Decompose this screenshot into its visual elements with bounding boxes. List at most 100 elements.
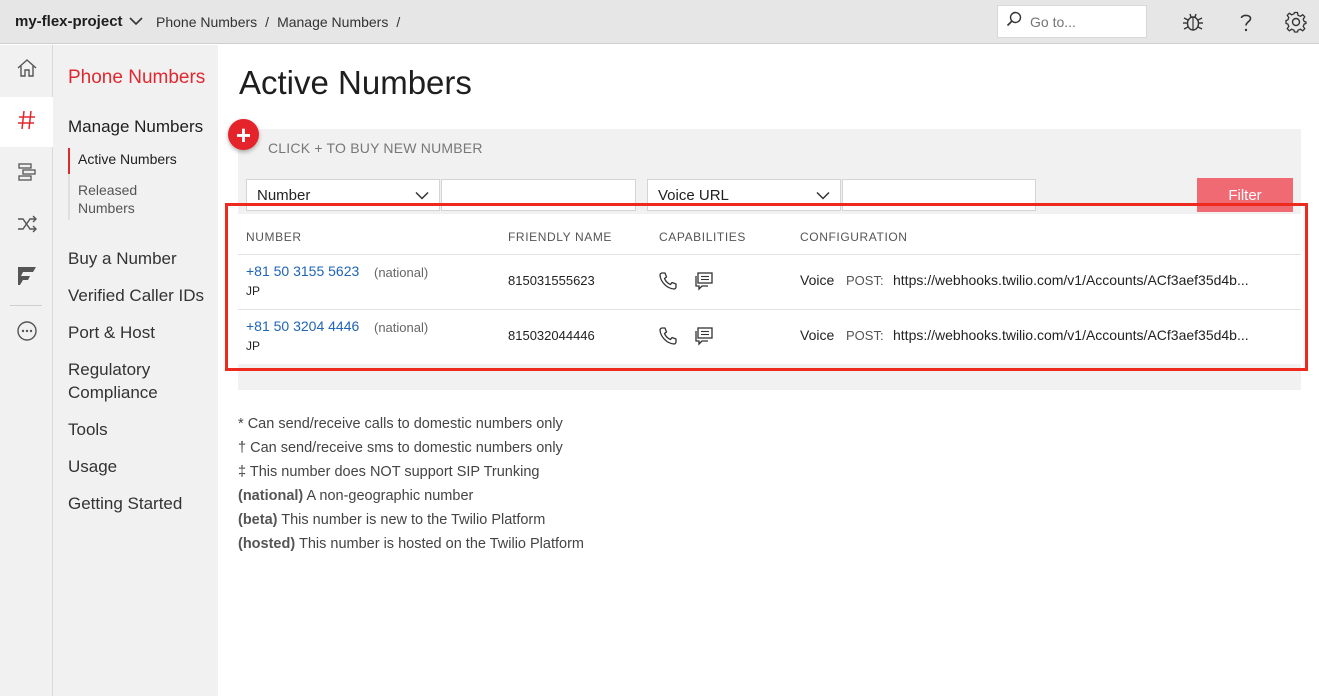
rail-studio[interactable] bbox=[0, 149, 53, 199]
nav-getting-started[interactable]: Getting Started bbox=[68, 492, 208, 515]
country-code: JP bbox=[246, 339, 261, 353]
breadcrumb-separator: / bbox=[265, 14, 270, 30]
config-method: POST: bbox=[846, 273, 884, 288]
filter-field-select-2[interactable]: Voice URL bbox=[647, 179, 841, 211]
country-code: JP bbox=[246, 284, 261, 298]
note-text: This number does NOT support SIP Trunkin… bbox=[249, 464, 540, 480]
sms-icon bbox=[693, 325, 715, 347]
breadcrumb: Phone Numbers / Manage Numbers / bbox=[156, 14, 400, 30]
rail-phone-numbers[interactable] bbox=[0, 97, 53, 147]
header-capabilities: CAPABILITIES bbox=[659, 230, 747, 244]
goto-input[interactable] bbox=[1030, 13, 1140, 30]
filter-field-1-value: Number bbox=[257, 186, 311, 204]
filter-field-2-value: Voice URL bbox=[658, 186, 729, 204]
icon-rail bbox=[0, 45, 53, 696]
config-kind: Voice bbox=[800, 327, 835, 343]
filter-field-select-1[interactable]: Number bbox=[246, 179, 440, 211]
phone-icon bbox=[657, 270, 679, 292]
friendly-name: 815032044446 bbox=[508, 328, 595, 343]
nav-usage[interactable]: Usage bbox=[68, 455, 208, 478]
search-icon bbox=[1006, 11, 1022, 32]
flex-icon bbox=[16, 264, 38, 291]
table-row: +81 50 3155 5623 (national) JP 815031555… bbox=[238, 254, 1301, 309]
numbers-table: NUMBER FRIENDLY NAME CAPABILITIES CONFIG… bbox=[238, 214, 1301, 364]
chevron-down-icon bbox=[415, 187, 429, 204]
chevron-down-icon bbox=[128, 13, 143, 30]
config-method: POST: bbox=[846, 328, 884, 343]
filter-value-input-1[interactable] bbox=[441, 179, 636, 211]
note-text: A non-geographic number bbox=[306, 488, 474, 504]
nav-section-indicator bbox=[68, 148, 70, 220]
filter-button[interactable]: Filter bbox=[1197, 178, 1293, 212]
note-item: * Can send/receive calls to domestic num… bbox=[238, 412, 584, 436]
top-bar: my-flex-project Phone Numbers / Manage N… bbox=[0, 0, 1319, 44]
friendly-name: 815031555623 bbox=[508, 273, 595, 288]
project-switcher[interactable]: my-flex-project bbox=[15, 13, 143, 30]
header-number: NUMBER bbox=[246, 230, 302, 244]
note-mark: (hosted) bbox=[238, 536, 296, 552]
note-text: This number is new to the Twilio Platfor… bbox=[281, 512, 546, 528]
number-type: (national) bbox=[374, 265, 429, 280]
nav-manage-numbers[interactable]: Manage Numbers bbox=[68, 117, 203, 137]
nav-buy-a-number[interactable]: Buy a Number bbox=[68, 247, 208, 270]
home-icon bbox=[16, 57, 38, 84]
secondary-nav: Phone Numbers Manage Numbers Active Numb… bbox=[53, 45, 218, 696]
header-configuration: CONFIGURATION bbox=[800, 230, 908, 244]
filter-value-input-2[interactable] bbox=[842, 179, 1036, 211]
goto-search[interactable] bbox=[997, 5, 1147, 38]
phone-number-link[interactable]: +81 50 3204 4446 bbox=[246, 318, 359, 334]
note-mark: ‡ bbox=[238, 464, 247, 480]
chevron-down-icon bbox=[816, 187, 830, 204]
buy-number-button[interactable]: + bbox=[228, 119, 259, 150]
rail-home[interactable] bbox=[0, 45, 53, 95]
nav-active-numbers[interactable]: Active Numbers bbox=[78, 151, 177, 167]
number-type: (national) bbox=[374, 320, 429, 335]
more-icon bbox=[16, 320, 38, 347]
hash-icon bbox=[16, 109, 38, 136]
help-icon[interactable] bbox=[1235, 11, 1257, 33]
breadcrumb-separator: / bbox=[396, 14, 401, 30]
table-row: +81 50 3204 4446 (national) JP 815032044… bbox=[238, 309, 1301, 364]
note-item: (national) A non-geographic number bbox=[238, 484, 584, 508]
page-title: Active Numbers bbox=[239, 64, 472, 101]
note-item: (beta) This number is new to the Twilio … bbox=[238, 508, 584, 532]
legend-notes: * Can send/receive calls to domestic num… bbox=[238, 412, 584, 556]
phone-number-link[interactable]: +81 50 3155 5623 bbox=[246, 263, 359, 279]
nav-verified-caller-ids[interactable]: Verified Caller IDs bbox=[68, 284, 208, 307]
shuffle-icon bbox=[16, 213, 38, 240]
rail-proxy[interactable] bbox=[0, 201, 53, 251]
sms-icon bbox=[693, 270, 715, 292]
breadcrumb-phone-numbers[interactable]: Phone Numbers bbox=[156, 14, 257, 30]
nav-regulatory-compliance[interactable]: Regulatory Compliance bbox=[68, 358, 208, 404]
config-url: https://webhooks.twilio.com/v1/Accounts/… bbox=[893, 327, 1249, 343]
config-kind: Voice bbox=[800, 272, 835, 288]
filter-text-1[interactable] bbox=[442, 180, 635, 210]
note-item: ‡ This number does NOT support SIP Trunk… bbox=[238, 460, 584, 484]
filter-text-2[interactable] bbox=[843, 180, 1035, 210]
header-friendly-name: FRIENDLY NAME bbox=[508, 230, 613, 244]
nav-released-numbers[interactable]: Released Numbers bbox=[78, 181, 158, 217]
note-item: (hosted) This number is hosted on the Tw… bbox=[238, 532, 584, 556]
plus-icon: + bbox=[235, 119, 252, 150]
note-mark: * bbox=[238, 416, 244, 432]
buy-hint: CLICK + TO BUY NEW NUMBER bbox=[268, 140, 483, 156]
gear-icon[interactable] bbox=[1285, 11, 1307, 33]
nav-port-and-host[interactable]: Port & Host bbox=[68, 321, 208, 344]
config-url: https://webhooks.twilio.com/v1/Accounts/… bbox=[893, 272, 1249, 288]
note-mark: (national) bbox=[238, 488, 304, 504]
rail-more[interactable] bbox=[0, 308, 53, 358]
note-text: Can send/receive calls to domestic numbe… bbox=[247, 416, 563, 432]
project-name: my-flex-project bbox=[15, 13, 123, 30]
rail-divider bbox=[10, 305, 42, 306]
breadcrumb-manage-numbers[interactable]: Manage Numbers bbox=[277, 14, 388, 30]
phone-icon bbox=[657, 325, 679, 347]
note-mark: (beta) bbox=[238, 512, 278, 528]
bug-icon[interactable] bbox=[1182, 11, 1204, 33]
note-text: Can send/receive sms to domestic numbers… bbox=[250, 440, 563, 456]
nav-title-phone-numbers[interactable]: Phone Numbers bbox=[68, 67, 205, 89]
note-item: † Can send/receive sms to domestic numbe… bbox=[238, 436, 584, 460]
note-text: This number is hosted on the Twilio Plat… bbox=[298, 536, 584, 552]
rail-flex[interactable] bbox=[0, 252, 53, 302]
nav-tools[interactable]: Tools bbox=[68, 418, 208, 441]
note-mark: † bbox=[238, 440, 247, 456]
